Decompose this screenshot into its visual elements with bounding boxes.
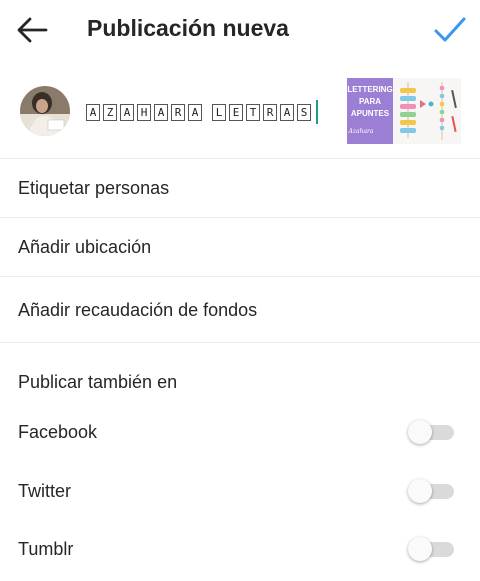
share-confirm-button[interactable] [432,12,468,48]
thumbnail-image: LETTERING PARA APUNTES Azahara [347,78,461,144]
caption-char: A [86,103,100,121]
divider [0,158,480,159]
facebook-toggle[interactable] [408,420,456,444]
caption-input[interactable]: A Z A H A R A L E T R A S [86,100,318,124]
caption-char: T [246,103,260,121]
page-title: Publicación nueva [87,15,289,41]
thumbnail-line1: LETTERING [347,85,392,94]
caption-char: L [212,103,226,121]
thumbnail-line3: APUNTES [351,109,390,118]
thumbnail-signature: Azahara [348,128,374,135]
twitter-toggle[interactable] [408,479,456,503]
arrow-left-icon [17,17,48,43]
add-location-option[interactable]: Añadir ubicación [18,237,151,258]
share-section-heading: Publicar también en [18,372,178,392]
caption-char: A [154,103,168,121]
thumbnail-line2: PARA [359,97,381,106]
toggle-knob [408,537,432,561]
caption-char: R [263,103,277,121]
profile-photo-icon [20,86,70,136]
avatar [20,86,70,136]
tumblr-label: Tumblr [18,539,74,559]
toggle-knob [408,420,432,444]
thumbnail-photo [393,78,461,144]
tag-people-option[interactable]: Etiquetar personas [18,178,169,199]
top-bar: Publicación nueva [0,0,480,60]
toggle-knob [408,479,432,503]
checkmark-icon [434,17,466,42]
divider [0,276,480,277]
caption-char: R [171,103,185,121]
caption-char: A [120,103,134,121]
caption-char: E [229,103,243,121]
caption-char: A [280,103,294,121]
divider [0,342,480,343]
divider [0,217,480,218]
facebook-label: Facebook [18,422,98,442]
caption-char: S [297,103,311,121]
compose-area: A Z A H A R A L E T R A S LETTERING PARA… [0,68,480,158]
twitter-label: Twitter [18,481,72,501]
caption-char: A [188,103,202,121]
tumblr-toggle[interactable] [408,537,456,561]
caption-char: H [137,103,151,121]
caption-char: Z [103,103,117,121]
add-fundraiser-option[interactable]: Añadir recaudación de fondos [18,300,257,321]
post-thumbnail[interactable]: LETTERING PARA APUNTES Azahara [347,78,461,144]
back-button[interactable] [14,14,50,46]
text-cursor [316,100,318,124]
